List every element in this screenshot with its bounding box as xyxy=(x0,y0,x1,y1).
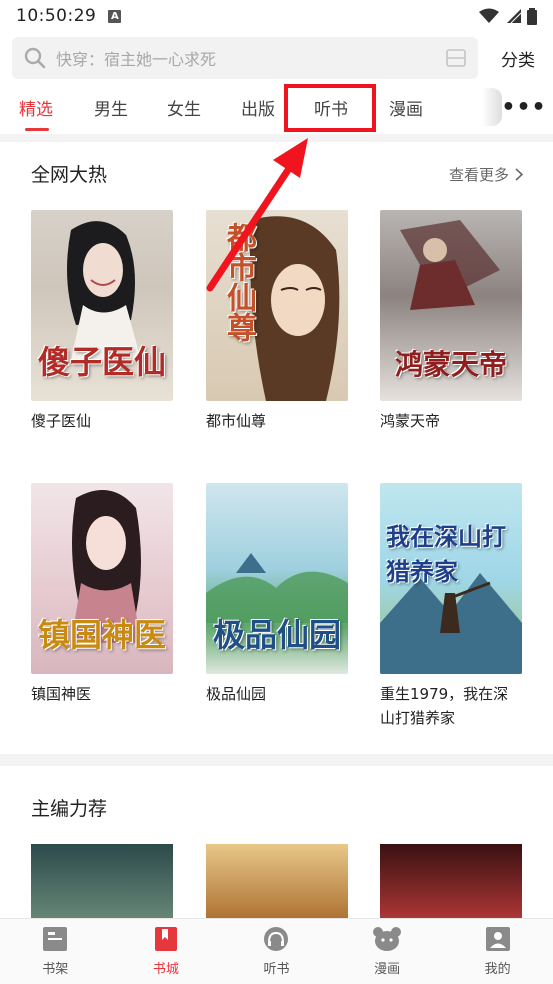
signal-icon xyxy=(507,9,521,24)
book-cover[interactable]: 傻子医仙 xyxy=(31,210,173,401)
nav-label: 我的 xyxy=(484,962,511,977)
book-cover[interactable]: 都市仙尊 xyxy=(206,210,348,401)
book-card[interactable]: 鸿蒙天帝 鸿蒙天帝 xyxy=(380,210,522,433)
status-right-icons xyxy=(479,7,537,25)
nav-label: 书架 xyxy=(42,962,69,977)
book-cover[interactable]: 鸿蒙天帝 xyxy=(380,210,522,401)
editor-picks-section: 主编力荐 xyxy=(0,766,553,926)
nav-comics[interactable]: 漫画 xyxy=(332,919,443,984)
bear-icon xyxy=(373,927,402,951)
nav-profile[interactable]: 我的 xyxy=(442,919,553,984)
profile-icon xyxy=(485,927,510,951)
book-title: 重生1979，我在深山打猎养家 xyxy=(380,685,509,727)
book-title: 傻子医仙 xyxy=(31,412,92,430)
section-title: 主编力荐 xyxy=(31,798,108,820)
scan-icon[interactable] xyxy=(446,49,466,67)
annotation-highlight-box xyxy=(284,84,376,132)
search-icon xyxy=(24,47,46,69)
status-bar: 10:50:29 A xyxy=(0,0,553,32)
bookshelf-icon xyxy=(43,927,68,951)
category-button[interactable]: 分类 xyxy=(501,46,541,71)
channel-tabs: 精选 男生 女生 出版 听书 漫画 ••• xyxy=(0,84,553,134)
tab-female[interactable]: 女生 xyxy=(167,84,201,130)
book-title: 鸿蒙天帝 xyxy=(380,412,441,430)
book-cover[interactable]: 我在深山打猎养家 xyxy=(380,483,522,674)
book-cover[interactable] xyxy=(31,844,173,926)
book-cover[interactable] xyxy=(206,844,348,926)
see-more-label: 查看更多 xyxy=(448,166,509,184)
status-time: 10:50:29 xyxy=(16,6,97,26)
bottom-navigation: 书架 书城 听书 漫画 我的 xyxy=(0,918,553,984)
hot-books-section: 全网大热 查看更多 傻子医仙 傻子医仙 都市仙尊 都市仙尊 鸿蒙天帝 鸿蒙天帝 … xyxy=(0,142,553,754)
search-input[interactable]: 快穿：宿主她一心求死 xyxy=(12,37,478,79)
active-tab-indicator xyxy=(25,128,49,131)
headphones-icon xyxy=(264,927,289,951)
nav-bookstore[interactable]: 书城 xyxy=(111,919,222,984)
notification-a-icon: A xyxy=(108,9,122,23)
tab-male[interactable]: 男生 xyxy=(94,84,128,130)
book-cover[interactable]: 极品仙园 xyxy=(206,483,348,674)
cover-title: 鸿蒙天帝 xyxy=(394,348,507,381)
book-cover[interactable]: 镇国神医 xyxy=(31,483,173,674)
search-placeholder: 快穿：宿主她一心求死 xyxy=(56,50,217,69)
bookstore-icon xyxy=(154,927,177,951)
see-more-link[interactable]: 查看更多 xyxy=(449,164,523,185)
cover-title: 都市仙尊 xyxy=(221,222,256,342)
search-bar-row: 快穿：宿主她一心求死 分类 xyxy=(0,32,553,84)
book-title: 镇国神医 xyxy=(31,685,92,703)
book-card[interactable]: 我在深山打猎养家 重生1979，我在深山打猎养家 xyxy=(380,483,522,730)
book-title: 极品仙园 xyxy=(206,685,267,703)
more-tabs-button[interactable]: ••• xyxy=(501,84,545,130)
book-card[interactable]: 镇国神医 镇国神医 xyxy=(31,483,173,706)
book-card[interactable]: 极品仙园 极品仙园 xyxy=(206,483,348,706)
book-card[interactable]: 都市仙尊 都市仙尊 xyxy=(206,210,348,433)
book-cover[interactable] xyxy=(380,844,522,926)
battery-icon xyxy=(527,7,537,25)
book-card[interactable]: 傻子医仙 傻子医仙 xyxy=(31,210,173,433)
nav-label: 书城 xyxy=(152,962,179,977)
tab-scroll-fade xyxy=(482,88,502,126)
nav-label: 漫画 xyxy=(374,962,401,977)
tab-published[interactable]: 出版 xyxy=(241,84,275,130)
nav-bookshelf[interactable]: 书架 xyxy=(0,919,111,984)
wifi-icon xyxy=(479,8,499,23)
nav-label: 听书 xyxy=(263,962,290,977)
cover-title: 傻子医仙 xyxy=(37,343,166,381)
cover-title: 极品仙园 xyxy=(212,616,341,654)
book-title: 都市仙尊 xyxy=(206,412,267,430)
chevron-right-icon xyxy=(515,168,523,181)
cover-title: 我在深山打猎养家 xyxy=(386,522,506,586)
section-title: 全网大热 xyxy=(31,164,108,186)
cover-title: 镇国神医 xyxy=(37,616,166,654)
tab-comics[interactable]: 漫画 xyxy=(389,84,423,130)
tab-featured[interactable]: 精选 xyxy=(19,84,53,130)
nav-audiobook[interactable]: 听书 xyxy=(221,919,332,984)
